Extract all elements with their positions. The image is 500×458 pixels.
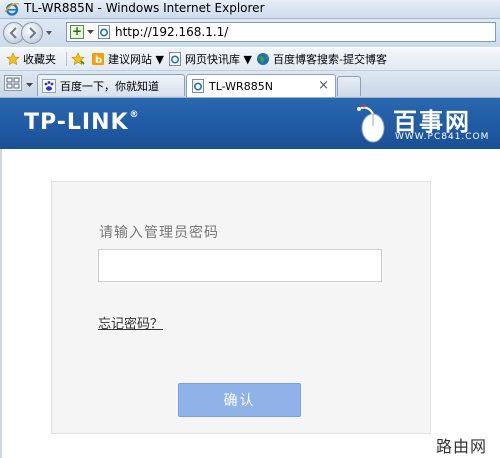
- window-title: TL-WR885N - Windows Internet Explorer: [24, 1, 265, 15]
- quick-tabs-button[interactable]: [4, 75, 22, 91]
- forward-arrow-icon: [29, 27, 37, 39]
- favorites-button[interactable]: 收藏夹: [6, 51, 56, 67]
- divider: [66, 52, 67, 66]
- add-favorite-icon[interactable]: +: [70, 25, 84, 39]
- tab-list-dropdown-icon[interactable]: [26, 82, 33, 88]
- title-bar: TL-WR885N - Windows Internet Explorer: [0, 0, 500, 19]
- forgot-password-link[interactable]: 忘记密码？: [98, 313, 163, 332]
- confirm-button[interactable]: 确认: [178, 383, 301, 417]
- globe-icon: [257, 53, 269, 65]
- history-dropdown-icon[interactable]: [45, 29, 53, 37]
- address-toolbar: + http://192.168.1.1/: [0, 19, 500, 47]
- tab-baidu[interactable]: 百度一下，你就知道: [37, 74, 185, 96]
- star-icon: [6, 52, 20, 66]
- baidu-blog-search-label: 百度博客搜索-提交博客: [273, 53, 387, 66]
- close-tab-icon[interactable]: ×: [318, 78, 329, 93]
- mouse-icon: [357, 104, 385, 143]
- suggested-sites-link[interactable]: b 建议网站 ▼: [91, 51, 164, 67]
- tab-tl-wr885n[interactable]: TL-WR885N ×: [186, 74, 336, 97]
- favorites-label: 收藏夹: [23, 53, 56, 66]
- favorites-bar: 收藏夹 b 建议网站 ▼ 网页快讯库 ▼ 百度博客搜索-提交博客: [0, 48, 500, 71]
- corner-watermark: 路由网: [436, 437, 488, 456]
- window-left-border: [0, 149, 2, 458]
- quick-tabs-icon: [6, 77, 20, 89]
- chevron-down-icon[interactable]: [87, 29, 94, 35]
- tab-baidu-label: 百度一下，你就知道: [60, 79, 159, 93]
- baidu-paw-icon: [42, 78, 56, 93]
- page-icon: [98, 25, 110, 39]
- password-field[interactable]: [98, 249, 382, 282]
- ie-page-icon: [192, 79, 204, 93]
- password-prompt: 请输入管理员密码: [99, 225, 219, 241]
- tp-link-logo-text: TP-LINK: [24, 110, 129, 135]
- star-add-icon: [71, 52, 85, 66]
- baidu-blog-search-link[interactable]: 百度博客搜索-提交博客: [256, 51, 387, 67]
- registered-mark: ®: [129, 110, 140, 120]
- pc841-url: WWW.PC841.COM: [395, 132, 490, 142]
- new-tab-button[interactable]: [337, 76, 361, 96]
- ie-icon: [4, 2, 20, 16]
- pc841-watermark: 百事网 WWW.PC841.COM: [355, 102, 495, 146]
- back-arrow-icon: [9, 27, 17, 39]
- web-slice-label: 网页快讯库 ▼: [185, 53, 252, 66]
- web-slice-gallery-link[interactable]: 网页快讯库 ▼: [168, 51, 252, 67]
- add-to-favorites-bar-button[interactable]: [71, 51, 88, 67]
- svg-text:b: b: [95, 55, 102, 66]
- suggested-sites-icon: b: [92, 53, 104, 66]
- address-field[interactable]: + http://192.168.1.1/: [66, 22, 496, 42]
- tab-bar: 百度一下，你就知道 TL-WR885N ×: [0, 71, 500, 98]
- forward-button[interactable]: [21, 22, 43, 44]
- tp-link-logo: TP-LINK®: [24, 110, 140, 135]
- suggested-sites-label: 建议网站 ▼: [108, 53, 164, 66]
- tab-tl-wr885n-label: TL-WR885N: [209, 79, 273, 93]
- router-header: TP-LINK® 百事网 WWW.PC841.COM: [0, 98, 500, 149]
- web-slice-icon: [169, 52, 181, 66]
- url-text: http://192.168.1.1/: [115, 25, 229, 39]
